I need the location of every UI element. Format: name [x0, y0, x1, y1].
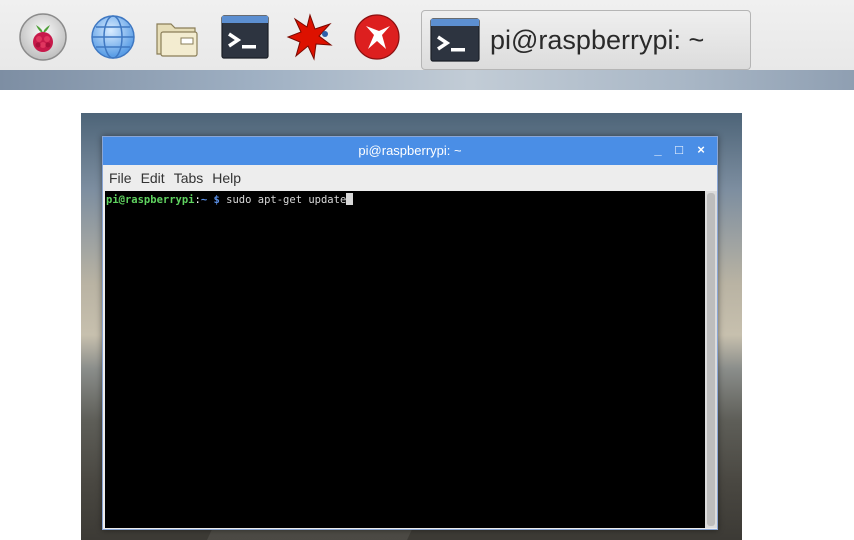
- task-button-label: pi@raspberrypi: ~: [490, 24, 705, 55]
- text-cursor: [346, 193, 354, 205]
- scrollbar-thumb[interactable]: [707, 193, 715, 526]
- minimize-button[interactable]: _: [650, 141, 666, 159]
- wolfram-icon[interactable]: [352, 12, 402, 62]
- file-manager-icon[interactable]: [153, 12, 203, 62]
- menubar: File Edit Tabs Help: [103, 166, 717, 190]
- terminal-output[interactable]: pi@raspberrypi:~ $ sudo apt-get update: [105, 191, 705, 528]
- taskbar: pi@raspberrypi: ~: [0, 0, 854, 90]
- terminal-window: pi@raspberrypi: ~ _ □ × File Edit Tabs H…: [102, 136, 718, 530]
- command-text: sudo apt-get update: [226, 194, 347, 206]
- task-button-terminal[interactable]: pi@raspberrypi: ~: [421, 10, 751, 70]
- window-title: pi@raspberrypi: ~: [358, 143, 462, 158]
- window-titlebar[interactable]: pi@raspberrypi: ~ _ □ ×: [103, 137, 717, 165]
- terminal-scrollbar[interactable]: [705, 191, 717, 528]
- close-button[interactable]: ×: [693, 141, 709, 159]
- menu-tabs[interactable]: Tabs: [174, 170, 204, 186]
- web-browser-icon[interactable]: [88, 12, 138, 62]
- menu-help[interactable]: Help: [212, 170, 241, 186]
- mathematica-icon[interactable]: [285, 12, 335, 62]
- menu-edit[interactable]: Edit: [141, 170, 165, 186]
- desktop-wallpaper-strip: [0, 70, 854, 90]
- maximize-button[interactable]: □: [671, 141, 687, 159]
- prompt-path: ~: [200, 194, 208, 206]
- prompt-dollar: $: [213, 194, 220, 206]
- prompt-user-host: pi@raspberrypi: [106, 194, 195, 206]
- menu-file[interactable]: File: [109, 170, 132, 186]
- terminal-icon: [430, 17, 480, 63]
- raspberry-menu-icon[interactable]: [18, 12, 68, 62]
- terminal-icon[interactable]: [220, 12, 270, 62]
